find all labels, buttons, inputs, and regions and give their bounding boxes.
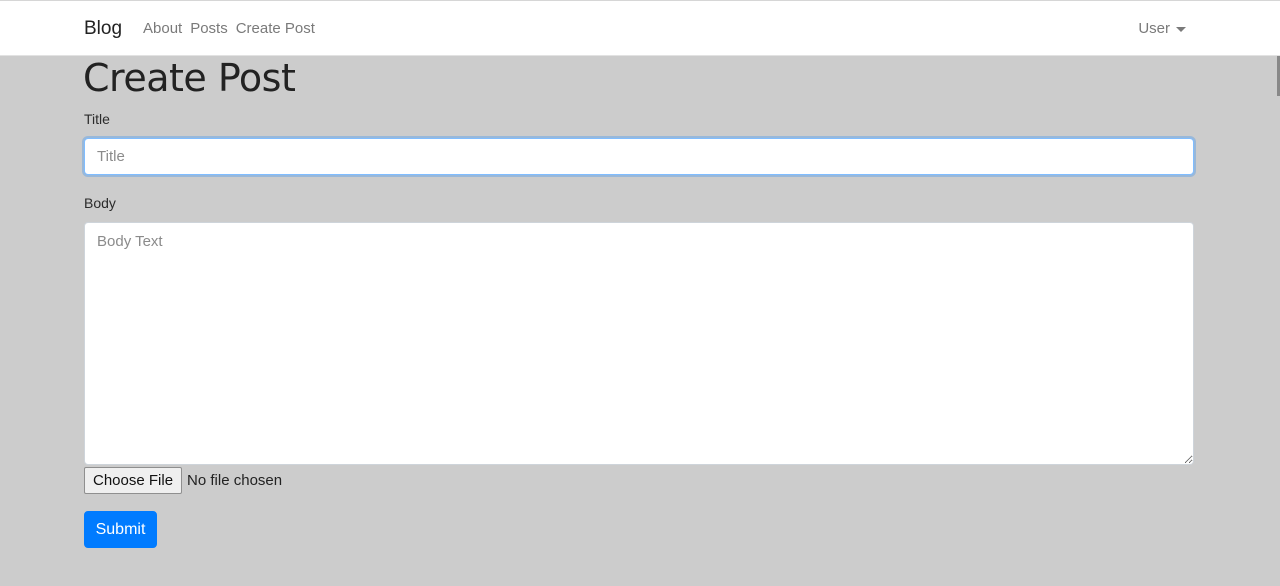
- body-label: Body: [84, 195, 116, 211]
- brand-link[interactable]: Blog: [84, 17, 122, 41]
- title-input[interactable]: [84, 138, 1194, 175]
- file-status: No file chosen: [187, 472, 283, 489]
- submit-button[interactable]: Submit: [84, 511, 157, 548]
- nav-link-posts[interactable]: Posts: [190, 20, 228, 38]
- choose-file-button[interactable]: Choose File: [84, 467, 183, 494]
- user-dropdown-label: User: [1138, 20, 1170, 37]
- navbar: Blog About Posts Create Post User: [0, 0, 1280, 56]
- nav-link-about[interactable]: About: [143, 20, 182, 38]
- title-label: Title: [84, 111, 110, 127]
- caret-down-icon: [1176, 27, 1186, 32]
- user-dropdown[interactable]: User: [1138, 20, 1186, 38]
- body-textarea[interactable]: [84, 222, 1194, 465]
- page-title: Create Post: [83, 56, 296, 100]
- nav-links: About Posts Create Post: [143, 20, 315, 38]
- nav-link-create-post[interactable]: Create Post: [236, 20, 315, 38]
- file-input: Choose File No file chosen: [84, 467, 282, 494]
